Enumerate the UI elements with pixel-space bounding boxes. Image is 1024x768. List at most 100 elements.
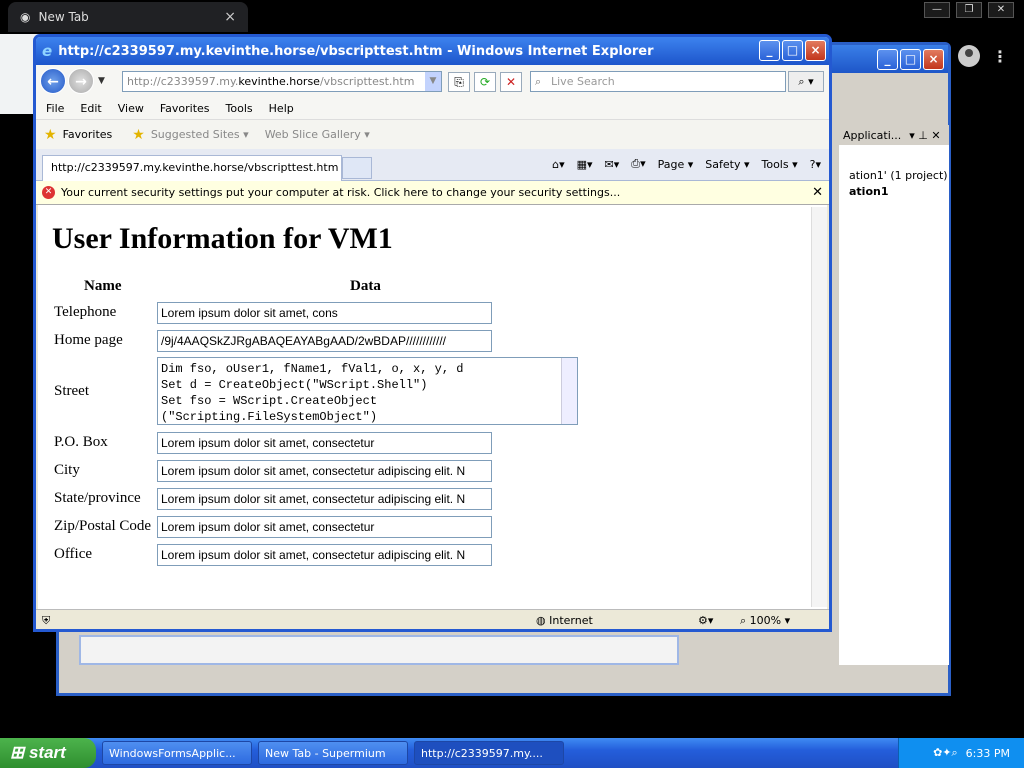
ie-logo-icon: e bbox=[42, 42, 53, 60]
home-icon[interactable]: ⌂▾ bbox=[552, 158, 565, 171]
tab-title: http://c2339597.my.kevinthe.horse/vbscri… bbox=[51, 161, 339, 174]
history-dropdown-icon[interactable]: ▼ bbox=[98, 76, 105, 86]
zone-indicator: ◍ Internet bbox=[536, 614, 593, 627]
state-field[interactable]: Lorem ipsum dolor sit amet, consectetur … bbox=[157, 488, 492, 510]
search-icon: ⌕ bbox=[535, 75, 542, 88]
label-state: State/province bbox=[54, 490, 141, 506]
star-icon: ★ bbox=[44, 126, 57, 143]
back-button[interactable]: ← bbox=[40, 68, 66, 94]
close-infobar-icon[interactable]: ✕ bbox=[812, 185, 823, 200]
column-header-data: Data bbox=[350, 278, 381, 294]
help-icon[interactable]: ?▾ bbox=[810, 158, 821, 171]
textarea-scrollbar[interactable] bbox=[561, 358, 577, 424]
label-street: Street bbox=[54, 383, 89, 399]
new-tab-button[interactable] bbox=[342, 157, 372, 179]
page-scrollbar[interactable] bbox=[811, 207, 827, 607]
chrome-tab-title: New Tab bbox=[38, 10, 89, 24]
vs-bottom-panel bbox=[79, 635, 679, 665]
zoom-control[interactable]: ⌕ 100% ▾ bbox=[740, 614, 790, 628]
solution-explorer-panel bbox=[839, 125, 949, 665]
task-ie[interactable]: http://c2339597.my.... bbox=[414, 741, 564, 765]
clock: 6:33 PM bbox=[965, 746, 1010, 760]
vs-close-button[interactable]: × bbox=[923, 48, 944, 70]
windows-logo-icon: ⊞ bbox=[10, 743, 29, 762]
globe-icon: ◉ bbox=[20, 10, 31, 24]
address-bar[interactable]: http://c2339597.my. kevinthe.horse/vbscri… bbox=[122, 71, 442, 92]
compat-view-icon[interactable]: ⎘ bbox=[448, 72, 470, 92]
menu-bar: File Edit View Favorites Tools Help bbox=[36, 97, 829, 119]
forward-button[interactable]: → bbox=[68, 68, 94, 94]
vs-maximize-button[interactable]: □ bbox=[900, 48, 921, 70]
menu-favorites[interactable]: Favorites bbox=[160, 102, 210, 115]
security-info-bar[interactable]: ✕ Your current security settings put you… bbox=[36, 181, 829, 205]
ie-minimize-button[interactable]: _ bbox=[759, 40, 780, 61]
solution-line: ation1' (1 project) bbox=[849, 169, 948, 182]
address-domain: kevinthe.horse bbox=[238, 75, 320, 88]
warning-icon: ✕ bbox=[42, 186, 55, 199]
refresh-icon[interactable]: ⟳ bbox=[474, 72, 496, 92]
tab-current[interactable]: http://c2339597.my.kevinthe.horse/vbscri… bbox=[42, 155, 342, 181]
start-label: start bbox=[28, 743, 66, 762]
label-city: City bbox=[54, 462, 80, 478]
label-office: Office bbox=[54, 546, 93, 562]
mail-icon[interactable]: ✉▾ bbox=[605, 158, 620, 171]
label-homepage: Home page bbox=[54, 332, 123, 348]
office-field[interactable]: Lorem ipsum dolor sit amet, consectetur … bbox=[157, 544, 492, 566]
ie-maximize-button[interactable]: □ bbox=[782, 40, 803, 61]
pobox-field[interactable]: Lorem ipsum dolor sit amet, consectetur bbox=[157, 432, 492, 454]
taskbar: ⊞ start WindowsFormsApplic... New Tab - … bbox=[0, 738, 1024, 768]
stop-icon[interactable]: ✕ bbox=[500, 72, 522, 92]
security-shield-icon: ⛨ bbox=[42, 614, 51, 627]
chrome-profile-area: ⋮ bbox=[950, 36, 1024, 76]
close-button[interactable]: ✕ bbox=[988, 2, 1014, 18]
panel-title-text: Applicati... bbox=[843, 128, 902, 142]
feeds-icon[interactable]: ▦▾ bbox=[577, 158, 593, 171]
search-button[interactable]: ⌕ ▾ bbox=[788, 71, 824, 92]
zoom-text: 100% bbox=[749, 614, 782, 627]
web-slice-gallery-link[interactable]: Web Slice Gallery ▾ bbox=[265, 128, 370, 141]
project-line: ation1 bbox=[849, 185, 889, 198]
city-field[interactable]: Lorem ipsum dolor sit amet, consectetur … bbox=[157, 460, 492, 482]
menu-tools[interactable]: Tools bbox=[226, 102, 253, 115]
address-prefix: http://c2339597.my. bbox=[127, 75, 239, 88]
print-icon[interactable]: ⎙▾ bbox=[631, 157, 645, 171]
favorites-button[interactable]: Favorites bbox=[63, 128, 113, 141]
street-textarea[interactable]: Dim fso, oUser1, fName1, fVal1, o, x, y,… bbox=[157, 357, 578, 425]
task-vs[interactable]: WindowsFormsApplic... bbox=[102, 741, 252, 765]
start-button[interactable]: ⊞ start bbox=[0, 738, 96, 768]
tools-menu[interactable]: Tools ▾ bbox=[762, 158, 798, 171]
chrome-tab-close-icon[interactable]: × bbox=[224, 9, 236, 25]
tray-icons[interactable]: ✿✦⌕ bbox=[933, 746, 958, 760]
chrome-tab[interactable]: ◉ New Tab × bbox=[8, 2, 248, 32]
menu-file[interactable]: File bbox=[46, 102, 64, 115]
minimize-button[interactable]: — bbox=[924, 2, 950, 18]
info-bar-text: Your current security settings put your … bbox=[61, 186, 621, 199]
tab-strip: http://c2339597.my.kevinthe.horse/vbscri… bbox=[36, 149, 829, 181]
telephone-field[interactable]: Lorem ipsum dolor sit amet, cons bbox=[157, 302, 492, 324]
status-bar: ⛨ ◍ Internet ⚙▾ ⌕ 100% ▾ bbox=[36, 609, 829, 629]
kebab-menu-icon[interactable]: ⋮ bbox=[992, 47, 1008, 66]
ie-window: e http://c2339597.my.kevinthe.horse/vbsc… bbox=[33, 34, 832, 632]
avatar[interactable] bbox=[958, 45, 980, 67]
protected-mode-icon[interactable]: ⚙▾ bbox=[698, 614, 713, 627]
ie-close-button[interactable]: × bbox=[805, 40, 826, 61]
zip-field[interactable]: Lorem ipsum dolor sit amet, consectetur bbox=[157, 516, 492, 538]
label-pobox: P.O. Box bbox=[54, 434, 108, 450]
task-chrome[interactable]: New Tab - Supermium bbox=[258, 741, 408, 765]
column-header-name: Name bbox=[84, 278, 122, 294]
search-placeholder: Live Search bbox=[551, 75, 615, 88]
address-dropdown-icon[interactable]: ▼ bbox=[425, 72, 441, 91]
search-input[interactable]: ⌕ Live Search bbox=[530, 71, 786, 92]
pin-icon[interactable]: ▾ ⊥ ✕ bbox=[909, 129, 940, 142]
vs-minimize-button[interactable]: _ bbox=[877, 48, 898, 70]
restore-button[interactable]: ❐ bbox=[956, 2, 982, 18]
chrome-window-controls: — ❐ ✕ bbox=[924, 2, 1014, 18]
safety-menu[interactable]: Safety ▾ bbox=[705, 158, 749, 171]
homepage-field[interactable]: /9j/4AAQSkZJRgABAQEAYABgAAD/2wBDAP//////… bbox=[157, 330, 492, 352]
menu-help[interactable]: Help bbox=[269, 102, 294, 115]
suggested-sites-link[interactable]: Suggested Sites ▾ bbox=[151, 128, 249, 141]
add-favorite-icon[interactable]: ★ bbox=[132, 127, 145, 143]
menu-edit[interactable]: Edit bbox=[80, 102, 101, 115]
page-menu[interactable]: Page ▾ bbox=[658, 158, 694, 171]
menu-view[interactable]: View bbox=[118, 102, 144, 115]
